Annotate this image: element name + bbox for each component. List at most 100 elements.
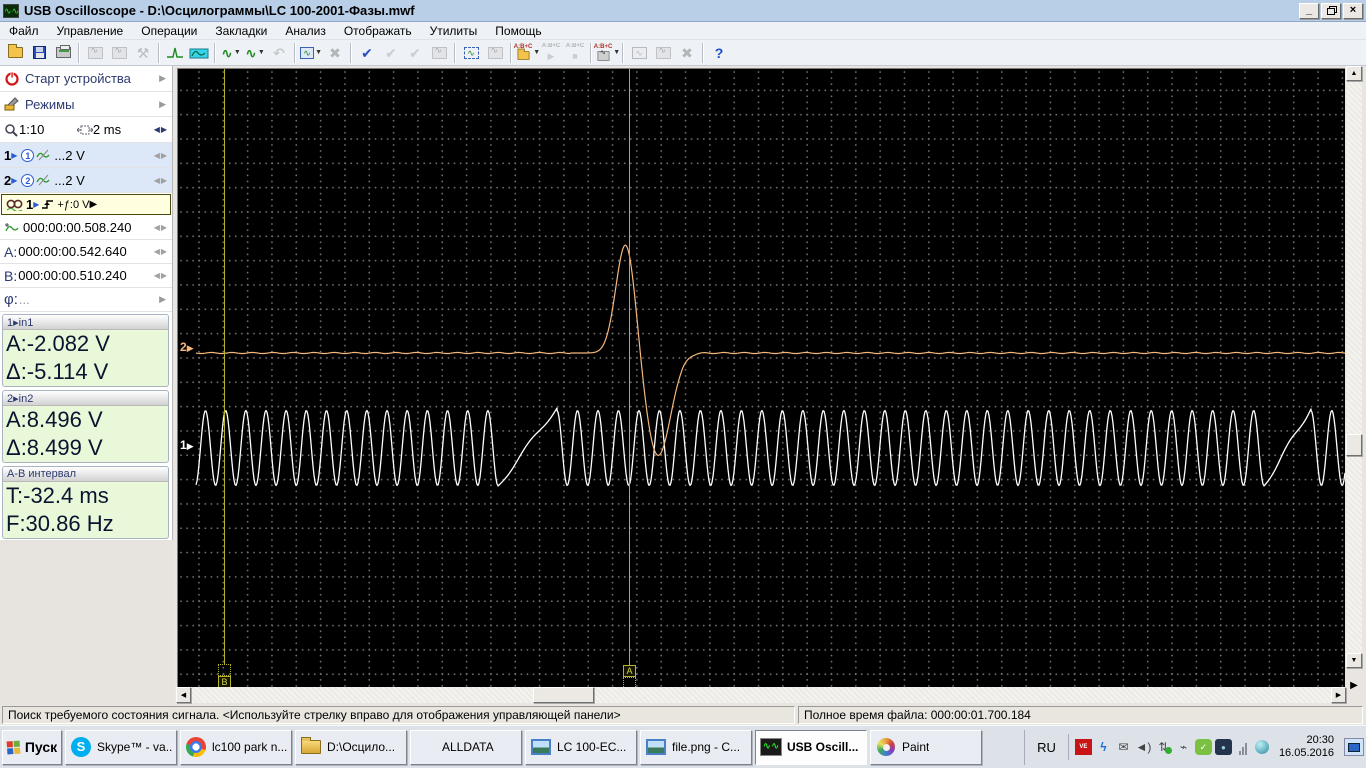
position-row[interactable]: 000:00:00.508.240 ◀▶ — [0, 216, 172, 240]
cursor-a-flag[interactable]: A — [623, 665, 636, 677]
menu-2[interactable]: Операции — [132, 23, 206, 39]
tray-mail-icon[interactable]: ✉ — [1115, 739, 1132, 755]
toolbar-notes[interactable] — [651, 42, 675, 64]
trigger-expand-icon[interactable]: ▶ — [90, 199, 98, 210]
channel1-row[interactable]: 1 ▶ 1 ...2 V ◀▶ — [0, 143, 172, 168]
toolbar-view-scope[interactable]: ∿ — [627, 42, 651, 64]
task-button-1[interactable]: lc100 park n... — [180, 730, 292, 765]
dropdown-arrow-icon[interactable]: ▼ — [315, 49, 322, 56]
menu-7[interactable]: Помощь — [486, 23, 550, 39]
menu-0[interactable]: Файл — [0, 23, 48, 39]
start-device-row[interactable]: Старт устройства ▶ — [0, 66, 172, 92]
task-button-2[interactable]: D:\Осцило... — [295, 730, 407, 765]
position-adjust-arrows[interactable]: ◀▶ — [154, 223, 168, 232]
toolbar-vertical-scale[interactable]: ∿▼ — [219, 42, 243, 64]
toolbar-open-file[interactable] — [3, 42, 27, 64]
task-button-0[interactable]: SSkype™ - va... — [65, 730, 177, 765]
toolbar-save-view-2[interactable] — [107, 42, 131, 64]
tray-camera-icon[interactable]: ● — [1215, 739, 1232, 755]
toolbar-horizontal-scale[interactable]: ∿▼ — [243, 42, 267, 64]
scope-plot[interactable]: B A 2▶ 1▶ — [177, 68, 1345, 687]
tray-power-plug-icon[interactable]: ⌁ — [1175, 739, 1192, 755]
menu-3[interactable]: Закладки — [206, 23, 276, 39]
expand-arrow-icon[interactable]: ▶ — [159, 294, 166, 305]
toolbar-check-prev[interactable]: ✔ — [379, 42, 403, 64]
toolbar-view-mode[interactable]: ∿▼ — [299, 42, 323, 64]
cursor-a-line[interactable] — [629, 69, 630, 665]
toolbar-select-region[interactable]: ∿ — [459, 42, 483, 64]
toolbar-wave-edit[interactable] — [187, 42, 211, 64]
scroll-down-button[interactable]: ▼ — [1346, 653, 1362, 668]
toolbar-undo[interactable]: ↶ — [267, 42, 291, 64]
toolbar-help[interactable]: ? — [707, 42, 731, 64]
scale-adjust-arrows[interactable]: ◀▶ — [154, 125, 168, 134]
menu-4[interactable]: Анализ — [276, 23, 335, 39]
toolbar-zoom-region[interactable] — [483, 42, 507, 64]
tray-sphere-app-icon[interactable] — [1255, 740, 1269, 754]
cursor-b-handle[interactable] — [218, 664, 231, 676]
cursor-b-row[interactable]: B: 000:00:00.510.240 ◀▶ — [0, 264, 172, 288]
task-button-6[interactable]: ∿∿USB Oscill... — [755, 730, 867, 765]
close-button[interactable]: × — [1343, 3, 1363, 19]
show-desktop-button[interactable] — [1344, 738, 1364, 756]
channel2-zero-marker[interactable]: 2▶ — [180, 340, 194, 354]
scroll-left-button[interactable]: ◀ — [176, 687, 191, 703]
toolbar-delete-view[interactable]: ✖ — [323, 42, 347, 64]
toolbar-print[interactable] — [51, 42, 75, 64]
cursor-a-row[interactable]: A: 000:00:00.542.640 ◀▶ — [0, 240, 172, 264]
task-button-3[interactable]: ALLDATA — [410, 730, 522, 765]
restore-button[interactable] — [1321, 3, 1341, 19]
scroll-up-button[interactable]: ▲ — [1346, 66, 1362, 81]
cursor-a-adjust-arrows[interactable]: ◀▶ — [154, 247, 168, 256]
tray-download-master-icon[interactable]: ϟ — [1095, 739, 1112, 755]
start-button[interactable]: Пуск — [2, 730, 62, 765]
vertical-scroll-thumb[interactable] — [1346, 434, 1362, 456]
dropdown-arrow-icon[interactable]: ▼ — [258, 49, 265, 56]
cursor-b-flag[interactable]: B — [218, 676, 231, 687]
toolbar-save-view-1[interactable] — [83, 42, 107, 64]
cursor-a-handle[interactable] — [623, 677, 636, 687]
phase-row[interactable]: φ: ... ▶ — [0, 288, 172, 312]
toolbar-save-file[interactable] — [27, 42, 51, 64]
dropdown-arrow-icon[interactable]: ▼ — [613, 49, 620, 56]
toolbar-single-pulse[interactable] — [163, 42, 187, 64]
toolbar-process-tools[interactable]: ⚒ — [131, 42, 155, 64]
scroll-right-button[interactable]: ▶ — [1331, 687, 1346, 703]
menu-5[interactable]: Отображать — [335, 23, 421, 39]
tray-antivirus-icon[interactable]: VE — [1075, 739, 1092, 755]
expand-arrow-icon[interactable]: ▶ — [159, 99, 166, 110]
trigger-row[interactable]: 1 ▶ +ƒ:0 V ▶ — [1, 194, 171, 215]
channel2-row[interactable]: 2 ▶ 2 ...2 V ◀▶ — [0, 168, 172, 193]
toolbar-delete-2[interactable]: ✖ — [675, 42, 699, 64]
toolbar-abc-open[interactable]: A:B+C▼ — [515, 42, 539, 64]
toolbar-report[interactable] — [427, 42, 451, 64]
toolbar-abc-stop[interactable]: A:B+C■ — [563, 42, 587, 64]
tray-messenger-icon[interactable]: ✓ — [1195, 739, 1212, 755]
dropdown-arrow-icon[interactable]: ▼ — [234, 49, 241, 56]
cursor-b-adjust-arrows[interactable]: ◀▶ — [154, 271, 168, 280]
horizontal-scroll-thumb[interactable] — [533, 687, 594, 703]
horizontal-scrollbar[interactable]: ◀ ▶ — [176, 687, 1346, 703]
tray-usb-device-icon[interactable]: ⇅ — [1155, 739, 1172, 755]
vertical-scrollbar[interactable]: ▲ ▼ — [1346, 66, 1362, 668]
toolbar-check-next[interactable]: ✔ — [403, 42, 427, 64]
toolbar-abc-play[interactable]: A:B+C▶ — [539, 42, 563, 64]
menu-6[interactable]: Утилиты — [421, 23, 487, 39]
channel2-adjust-arrows[interactable]: ◀▶ — [154, 176, 168, 185]
toolbar-apply-check[interactable]: ✔ — [355, 42, 379, 64]
task-button-4[interactable]: LC 100-EC... — [525, 730, 637, 765]
language-indicator[interactable]: RU — [1031, 740, 1062, 755]
task-button-5[interactable]: file.png - C... — [640, 730, 752, 765]
channel1-adjust-arrows[interactable]: ◀▶ — [154, 151, 168, 160]
cursor-b-line[interactable] — [224, 69, 225, 665]
minimize-button[interactable]: _ — [1299, 3, 1319, 19]
modes-row[interactable]: Режимы ▶ — [0, 92, 172, 117]
show-panel-button[interactable]: ▶ — [1346, 676, 1362, 696]
menu-1[interactable]: Управление — [48, 23, 133, 39]
task-button-7[interactable]: Paint — [870, 730, 982, 765]
tray-network-signal-icon[interactable] — [1235, 739, 1252, 755]
channel1-zero-marker[interactable]: 1▶ — [180, 438, 194, 452]
toolbar-abc-window[interactable]: A:B+C▼ — [595, 42, 619, 64]
scale-row[interactable]: 1:10 2 ms ◀▶ — [0, 117, 172, 143]
tray-volume-icon[interactable]: ◄) — [1135, 739, 1152, 755]
